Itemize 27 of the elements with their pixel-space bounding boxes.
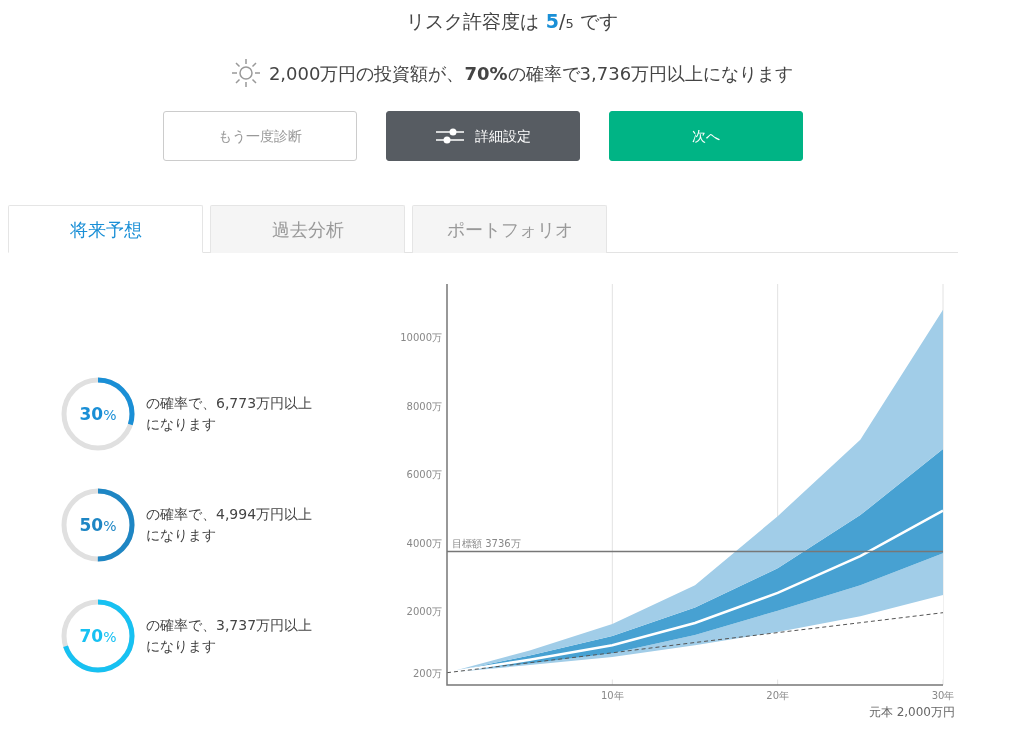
x-tick-label: 30年 xyxy=(931,690,955,701)
tab[interactable]: 過去分析 xyxy=(210,205,405,253)
percent-label: 50% xyxy=(79,514,117,535)
next-button[interactable]: 次へ xyxy=(609,111,803,161)
probability-text: の確率で、4,994万円以上になります xyxy=(146,504,314,545)
retry-button[interactable]: もう一度診断 xyxy=(163,111,357,161)
y-tick-label: 8000万 xyxy=(406,400,442,412)
summary-text: 2,000万円の投資額が、70%の確率で3,736万円以上になります xyxy=(268,61,794,86)
percent-label: 70% xyxy=(79,625,117,646)
y-tick-label: 10000万 xyxy=(400,332,442,344)
settings-button[interactable]: 詳細設定 xyxy=(386,111,580,161)
x-tick-label: 20年 xyxy=(766,690,790,701)
y-tick-label: 6000万 xyxy=(406,469,442,481)
risk-tolerance-heading: リスク許容度は 5/5 です xyxy=(405,9,619,34)
y-tick-label: 2000万 xyxy=(406,606,442,618)
sliders-icon xyxy=(435,127,465,145)
tab[interactable]: ポートフォリオ xyxy=(412,205,607,253)
probability-text: の確率で、3,737万円以上になります xyxy=(146,615,314,656)
probability-text: の確率で、6,773万円以上になります xyxy=(146,393,314,434)
tab[interactable]: 将来予想 xyxy=(8,205,203,253)
target-label: 目標額 3736万 xyxy=(452,537,521,549)
principal-caption: 元本 2,000万円 xyxy=(867,704,955,721)
percent-label: 30% xyxy=(79,403,117,424)
y-tick-label: 200万 xyxy=(412,667,442,679)
y-tick-label: 4000万 xyxy=(406,537,442,549)
x-tick-label: 10年 xyxy=(600,690,624,701)
sun-icon xyxy=(230,58,261,88)
